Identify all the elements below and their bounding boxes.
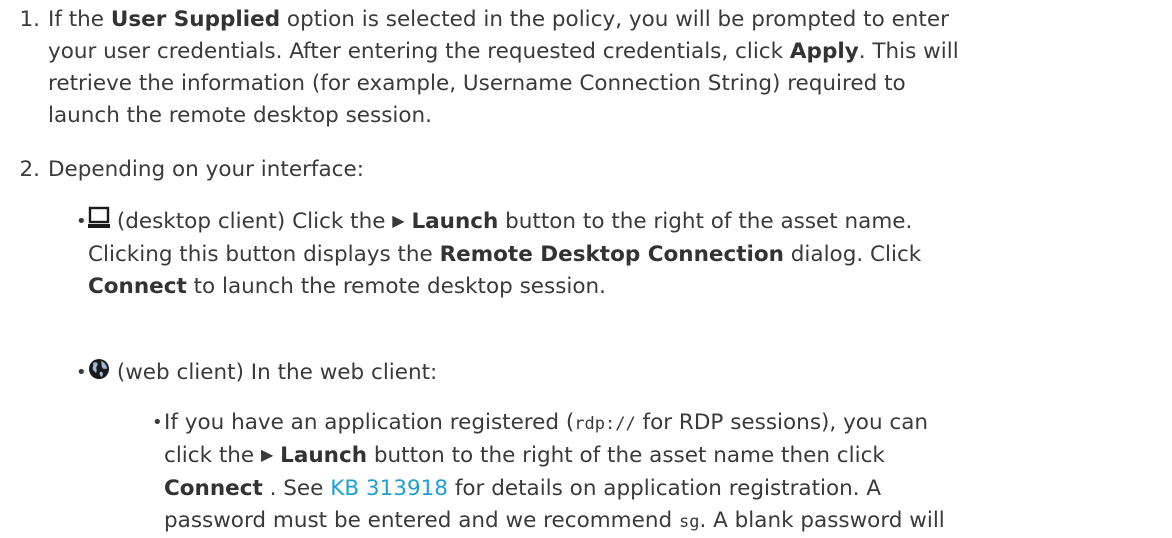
apply-term: Apply — [789, 39, 859, 64]
step-text: If the User Supplied option is selected … — [48, 4, 1172, 132]
play-icon: ▶ — [261, 445, 274, 464]
document: 1. If the User Supplied option is select… — [0, 0, 1172, 535]
bullet-text: If you have an application registered (r… — [164, 407, 1172, 538]
text-span: . This will — [858, 39, 959, 64]
text-span: password must be entered and we recommen… — [164, 508, 679, 533]
step-number: 1. — [19, 7, 40, 32]
text-line: password must be entered and we recommen… — [164, 505, 1172, 538]
bullet-dot: • — [152, 412, 163, 433]
text-line: (desktop client) Click the ▶ Launch butt… — [88, 206, 1172, 239]
text-line: launch the remote desktop session. — [48, 103, 432, 128]
text-span: . See — [262, 476, 331, 501]
user-supplied-term: User Supplied — [110, 7, 281, 32]
bullet-dot: • — [76, 362, 87, 383]
connect-term: Connect — [164, 476, 263, 501]
bullet-text: (web client) In the web client: — [88, 357, 1172, 389]
play-icon: ▶ — [392, 211, 405, 230]
text-span: for details on application registration.… — [447, 476, 882, 501]
text-line: Clicking this button displays the Remote… — [88, 239, 1172, 271]
text-line: (web client) In the web client: — [88, 357, 1172, 389]
kb-link[interactable]: KB 313918 — [330, 476, 448, 501]
step-number: 2. — [19, 157, 40, 182]
text-line: click the ▶ Launch button to the right o… — [164, 440, 1172, 473]
text-span: If the — [48, 7, 111, 32]
text-span: your user credentials. After entering th… — [48, 39, 790, 64]
text-span: button to the right of the asset name th… — [367, 443, 885, 468]
text-span: to launch the remote desktop session. — [186, 274, 607, 299]
text-span: . A blank password will — [699, 508, 945, 533]
text-line: If the User Supplied option is selected … — [48, 4, 1172, 36]
text-line: your user credentials. After entering th… — [48, 36, 1172, 68]
launch-term: Launch — [280, 443, 368, 468]
code-span: rdp:// — [574, 414, 636, 434]
bullet-dot: • — [76, 211, 87, 232]
text-line: Connect to launch the remote desktop ses… — [88, 271, 1172, 303]
text-span: option is selected in the policy, you wi… — [280, 7, 949, 32]
launch-term: Launch — [411, 209, 499, 234]
text-line: Connect . See KB 313918 for details on a… — [164, 473, 1172, 505]
text-span: (desktop client) Click the — [110, 209, 393, 234]
text-span: dialog. Click — [783, 242, 922, 267]
desktop-client-bullet: • (desktop client) Click the ▶ Launch bu… — [76, 206, 1172, 303]
globe-icon — [88, 357, 110, 381]
text-line: If you have an application registered (r… — [164, 407, 1172, 440]
text-span: (web client) In the web client: — [110, 360, 438, 385]
text-span: If you have an application registered ( — [164, 410, 575, 435]
step-text: Depending on your interface: — [48, 157, 364, 182]
text-span: for RDP sessions), you can — [635, 410, 929, 435]
remote-desktop-connection-term: Remote Desktop Connection — [439, 242, 784, 267]
app-registered-bullet: • If you have an application registered … — [152, 407, 1172, 538]
web-client-bullet: • (web client) In the web client: — [76, 357, 1172, 389]
code-span: sg — [678, 512, 700, 532]
text-line: retrieve the information (for example, U… — [48, 71, 906, 96]
text-span: Clicking this button displays the — [88, 242, 440, 267]
text-span: click the — [164, 443, 261, 468]
connect-term: Connect — [88, 274, 187, 299]
bullet-text: (desktop client) Click the ▶ Launch butt… — [88, 206, 1172, 303]
laptop-icon — [88, 206, 110, 230]
text-span: button to the right of the asset name. — [498, 209, 913, 234]
